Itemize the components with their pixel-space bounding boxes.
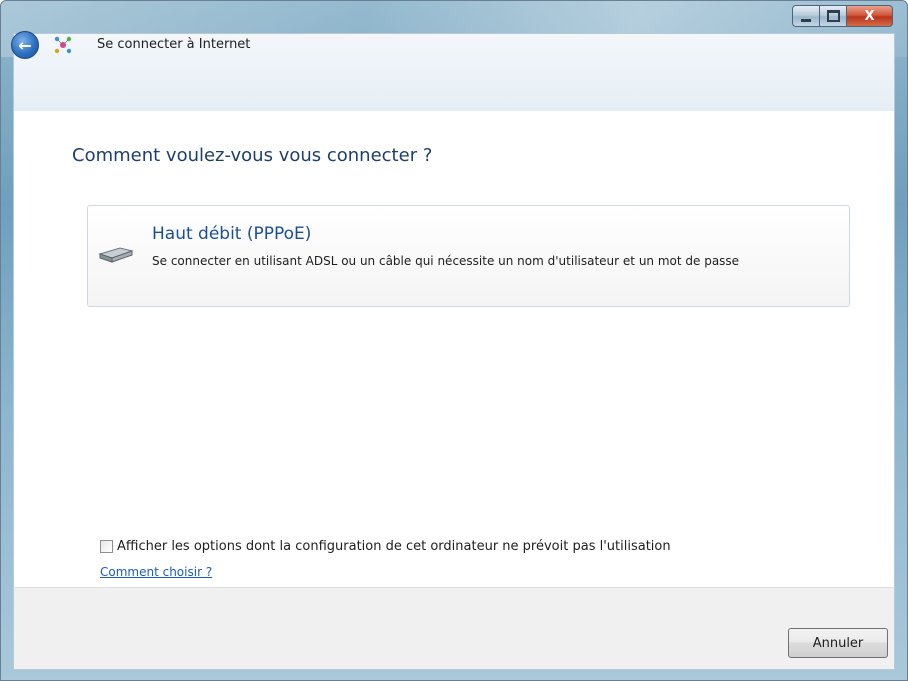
minimize-button[interactable] xyxy=(792,5,820,27)
back-button[interactable]: ← xyxy=(11,31,39,59)
maximize-icon xyxy=(826,10,840,22)
option-pppoe[interactable]: Haut débit (PPPoE) Se connecter en utili… xyxy=(87,205,850,307)
wizard-footer: Annuler xyxy=(13,587,895,670)
window-title: Se connecter à Internet xyxy=(97,37,251,52)
back-arrow-icon: ← xyxy=(18,35,32,55)
maximize-button[interactable] xyxy=(820,5,847,27)
show-options-row: Afficher les options dont la configurati… xyxy=(100,539,671,554)
close-icon: X xyxy=(864,8,875,24)
help-link[interactable]: Comment choisir ? xyxy=(100,565,212,579)
option-description: Se connecter en utilisant ADSL ou un câb… xyxy=(152,254,740,268)
minimize-icon xyxy=(801,18,811,22)
wizard-content: Comment voulez-vous vous connecter ? Hau… xyxy=(13,111,895,587)
cancel-button[interactable]: Annuler xyxy=(788,628,888,658)
option-title: Haut débit (PPPoE) xyxy=(152,224,312,244)
page-heading: Comment voulez-vous vous connecter ? xyxy=(72,145,433,166)
caption-buttons: X xyxy=(792,5,893,27)
show-options-label[interactable]: Afficher les options dont la configurati… xyxy=(117,539,671,554)
broadband-modem-icon xyxy=(98,247,134,263)
show-options-checkbox[interactable] xyxy=(100,540,113,553)
network-connection-icon xyxy=(54,36,72,54)
wizard-window: X ← Se connecter à Internet Comment voul… xyxy=(0,0,908,681)
close-button[interactable]: X xyxy=(847,5,893,27)
